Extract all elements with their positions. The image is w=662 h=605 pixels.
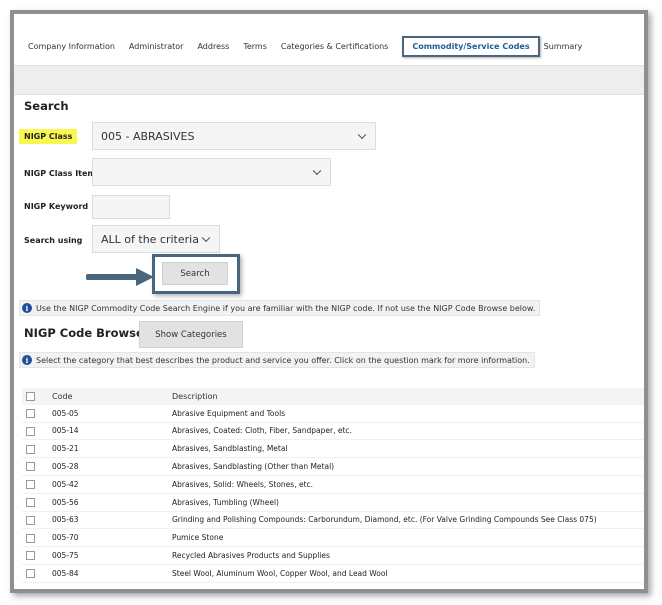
row-code: 005-63	[52, 515, 79, 525]
row-description: Abrasives, Coated: Cloth, Fiber, Sandpap…	[172, 426, 352, 436]
row-description: Abrasives, Sandblasting (Other than Meta…	[172, 462, 335, 472]
chevron-down-icon	[312, 166, 322, 176]
row-checkbox[interactable]	[26, 569, 35, 579]
info-text-search: Use the NIGP Commodity Code Search Engin…	[36, 303, 536, 313]
row-code: 005-28	[52, 462, 79, 472]
table-row: 005-84 Steel Wool, Aluminum Wool, Copper…	[22, 564, 644, 583]
row-code: 005-21	[52, 444, 79, 454]
show-categories-button[interactable]: Show Categories	[139, 321, 243, 348]
search-using-value: ALL of the criteria	[101, 232, 199, 246]
row-code: 005-05	[52, 408, 79, 418]
search-using-label: Search using	[24, 236, 83, 245]
row-checkbox[interactable]	[26, 497, 35, 507]
row-checkbox[interactable]	[26, 551, 35, 561]
row-checkbox[interactable]	[26, 426, 35, 436]
row-checkbox[interactable]	[26, 533, 35, 543]
info-icon: i	[22, 303, 32, 313]
row-code: 005-70	[52, 533, 79, 543]
row-description: Grinding and Polishing Compounds: Carbor…	[172, 515, 597, 525]
table-row: 005-28 Abrasives, Sandblasting (Other th…	[22, 458, 644, 476]
row-description: Abrasives, Solid: Wheels, Stones, etc.	[172, 479, 314, 489]
nigp-class-value: 005 - ABRASIVES	[101, 129, 195, 143]
row-description: Recycled Abrasives Products and Supplies	[172, 551, 330, 561]
row-checkbox[interactable]	[26, 444, 35, 454]
column-header-description: Description	[172, 388, 644, 405]
row-code: 005-14	[52, 426, 79, 436]
nigp-class-item-label: NIGP Class Item	[24, 169, 96, 178]
wizard-tabs: Company Information Administrator Addres…	[28, 34, 596, 58]
toolbar-band	[14, 65, 644, 95]
tab-categories-certifications[interactable]: Categories & Certifications	[281, 42, 388, 51]
row-checkbox[interactable]	[26, 515, 35, 525]
app-window: Company Information Administrator Addres…	[10, 10, 648, 593]
table-row: 005-05 Abrasive Equipment and Tools	[22, 405, 644, 423]
row-checkbox[interactable]	[26, 462, 35, 472]
info-icon[interactable]: i	[22, 355, 32, 365]
table-row: 005-70 Pumice Stone	[22, 529, 644, 547]
tab-commodity-service-codes[interactable]: Commodity/Service Codes	[402, 35, 540, 57]
row-code: 005-42	[52, 479, 79, 489]
row-description: Abrasives, Sandblasting, Metal	[172, 444, 288, 454]
nigp-class-item-select[interactable]	[92, 158, 331, 186]
tab-address[interactable]: Address	[197, 42, 229, 51]
tab-summary[interactable]: Summary	[544, 42, 583, 51]
tab-administrator[interactable]: Administrator	[129, 42, 184, 51]
select-all-checkbox[interactable]	[26, 391, 35, 401]
row-description: Abrasive Equipment and Tools	[172, 408, 286, 418]
info-text-browse: Select the category that best describes …	[36, 355, 530, 365]
row-code: 005-84	[52, 568, 79, 578]
search-using-select[interactable]: ALL of the criteria	[92, 225, 220, 253]
search-callout: Search	[152, 254, 240, 294]
info-banner-search: i Use the NIGP Commodity Code Search Eng…	[19, 300, 541, 316]
chevron-down-icon	[201, 233, 211, 243]
nigp-class-select[interactable]: 005 - ABRASIVES	[92, 122, 376, 150]
row-code: 005-75	[52, 551, 79, 561]
row-description: Abrasives, Tumbling (Wheel)	[172, 497, 279, 507]
row-code: 005-56	[52, 497, 79, 507]
table-row: 005-21 Abrasives, Sandblasting, Metal	[22, 440, 644, 458]
arrow-right-icon	[86, 268, 154, 286]
table-row: 005-75 Recycled Abrasives Products and S…	[22, 547, 644, 565]
table-header-row: Code Description	[22, 388, 644, 405]
row-description: Steel Wool, Aluminum Wool, Copper Wool, …	[172, 568, 388, 578]
nigp-keyword-input[interactable]	[92, 195, 170, 219]
row-checkbox[interactable]	[26, 408, 35, 418]
nigp-keyword-label: NIGP Keyword	[24, 202, 89, 211]
tab-terms[interactable]: Terms	[243, 42, 267, 51]
row-description: Pumice Stone	[172, 533, 224, 543]
chevron-down-icon	[357, 130, 367, 140]
tab-company-information[interactable]: Company Information	[28, 42, 115, 51]
table-row: 005-56 Abrasives, Tumbling (Wheel)	[22, 493, 644, 512]
table-row: 005-14 Abrasives, Coated: Cloth, Fiber, …	[22, 422, 644, 440]
search-button[interactable]: Search	[162, 262, 228, 285]
browse-heading: NIGP Code Browse	[24, 326, 144, 340]
row-checkbox[interactable]	[26, 480, 35, 490]
code-table: Code Description 005-05 Abrasive Equipme…	[22, 388, 644, 583]
column-header-code: Code	[52, 388, 172, 405]
table-row: 005-42 Abrasives, Solid: Wheels, Stones,…	[22, 475, 644, 494]
nigp-class-label: NIGP Class	[19, 129, 78, 144]
table-row: 005-63 Grinding and Polishing Compounds:…	[22, 511, 644, 529]
info-banner-browse: i Select the category that best describe…	[19, 352, 535, 368]
search-heading: Search	[24, 99, 69, 113]
